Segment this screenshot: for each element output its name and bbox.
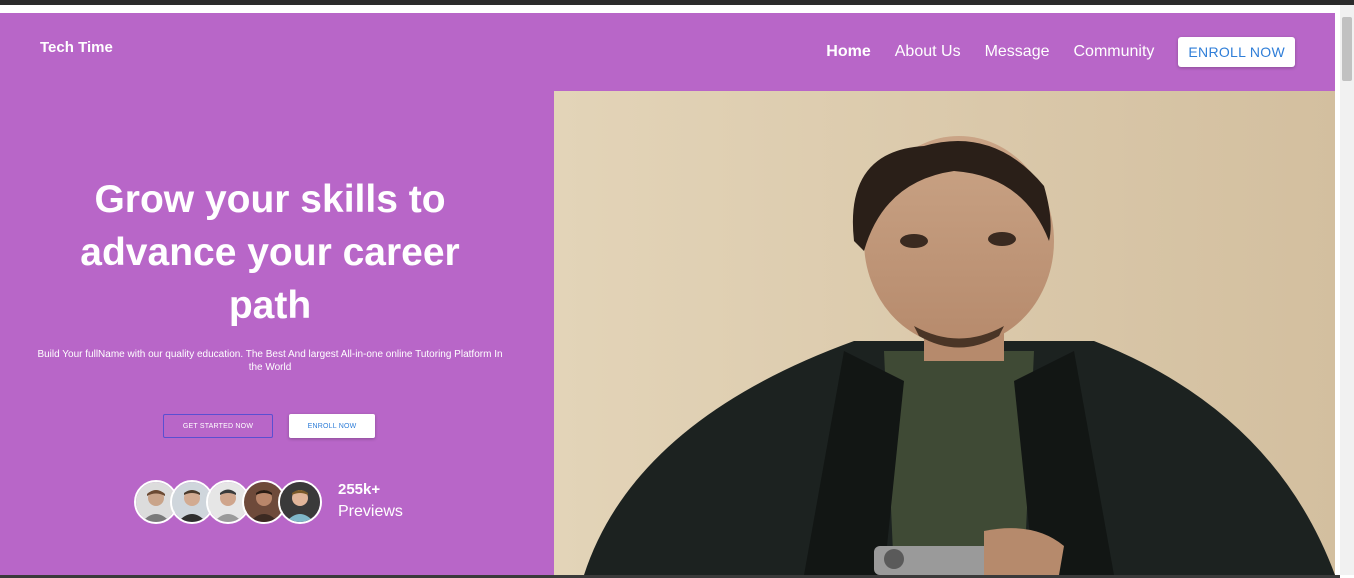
- hero-subtext: Build Your fullName with our quality edu…: [37, 349, 503, 373]
- main-nav: Home About Us Message Community ENROLL N…: [802, 37, 1295, 67]
- enroll-now-button[interactable]: ENROLL NOW: [1178, 37, 1295, 67]
- avatar: [278, 480, 322, 524]
- brand-logo[interactable]: Tech Time: [40, 39, 113, 56]
- scrollbar-thumb[interactable]: [1342, 17, 1352, 81]
- get-started-button[interactable]: GET STARTED NOW: [163, 414, 273, 438]
- stats-number: 255k+: [338, 481, 381, 498]
- hero-photo: [554, 91, 1335, 575]
- avatar-group: [134, 480, 324, 524]
- hero-enroll-button[interactable]: ENROLL NOW: [289, 414, 375, 438]
- hero-headline: Grow your skills to advance your career …: [80, 178, 460, 327]
- nav-item-community[interactable]: Community: [1073, 43, 1154, 61]
- nav-item-message[interactable]: Message: [985, 43, 1050, 61]
- stats-label: Previews: [338, 503, 403, 520]
- hero-section: Tech Time Home About Us Message Communit…: [0, 13, 1335, 575]
- vertical-scrollbar[interactable]: [1340, 5, 1354, 575]
- page: Tech Time Home About Us Message Communit…: [0, 5, 1340, 575]
- nav-item-about-us[interactable]: About Us: [895, 43, 961, 61]
- nav-item-home[interactable]: Home: [826, 43, 870, 61]
